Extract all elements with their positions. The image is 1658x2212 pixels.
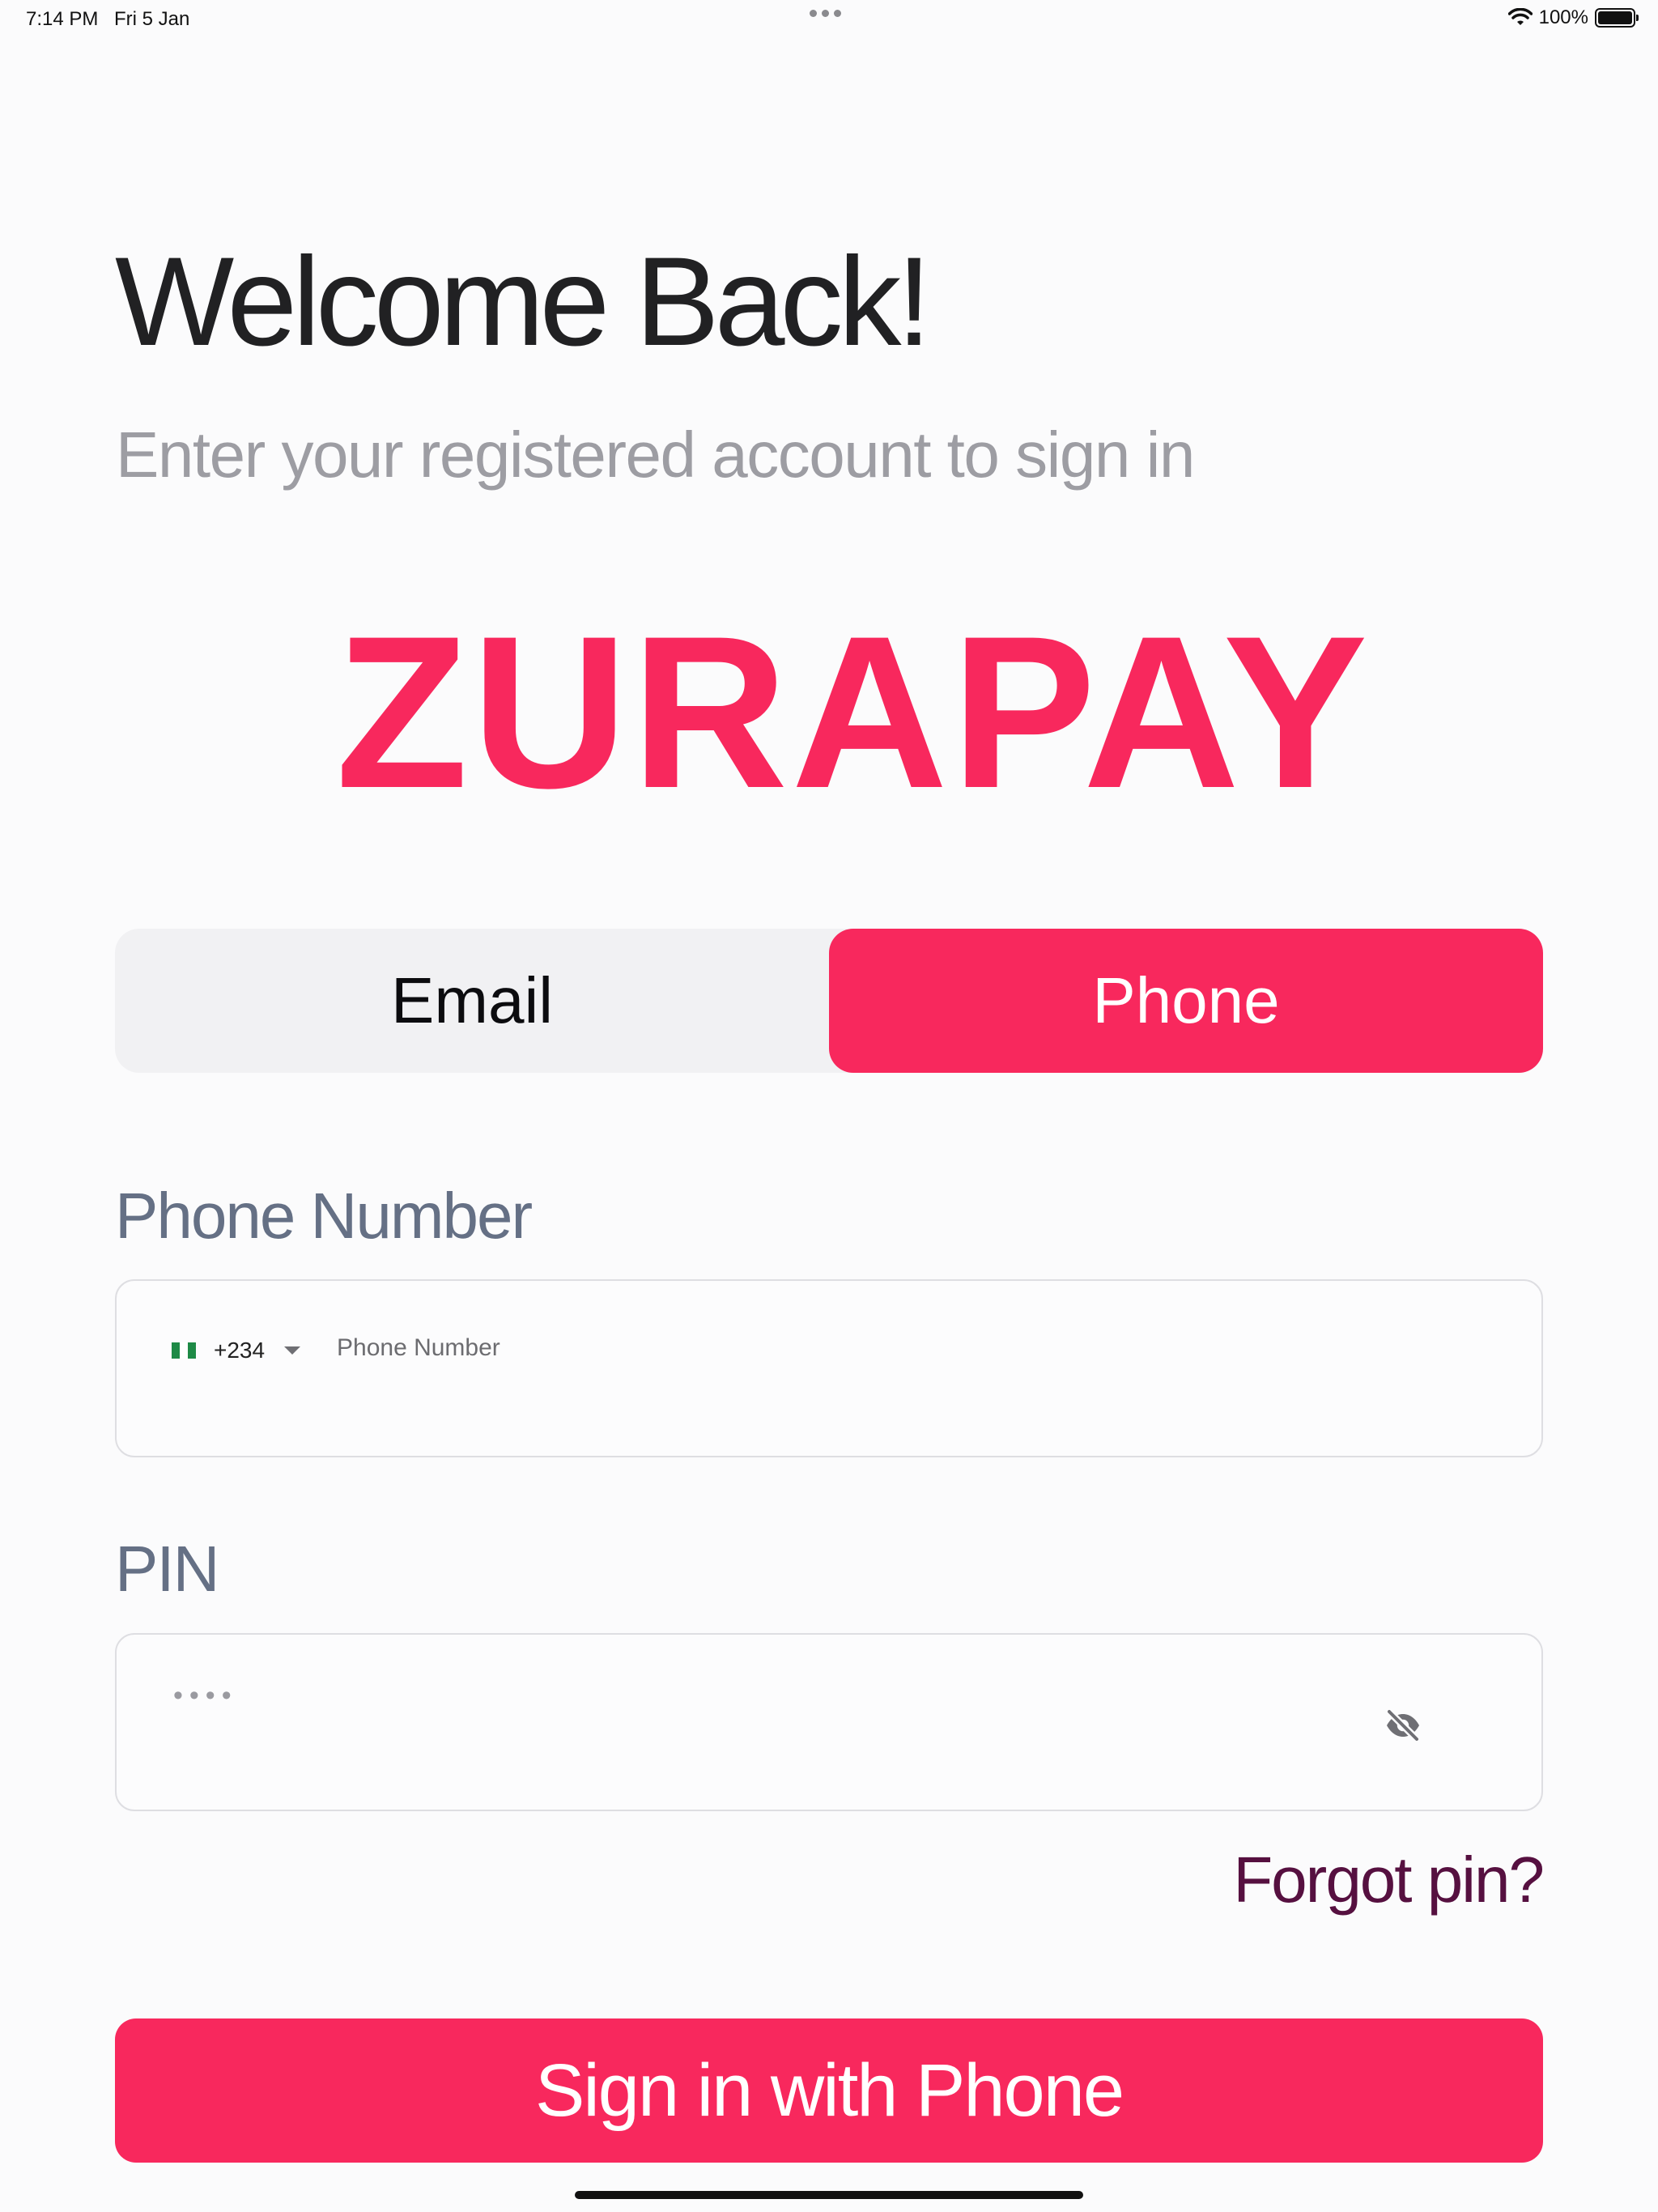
phone-number-label: Phone Number bbox=[115, 1180, 533, 1252]
chevron-down-icon bbox=[284, 1346, 301, 1355]
wifi-icon bbox=[1507, 8, 1533, 25]
tab-phone[interactable]: Phone bbox=[829, 929, 1543, 1073]
pin-label: PIN bbox=[115, 1533, 219, 1605]
login-method-toggle: Email Phone bbox=[115, 929, 1543, 1073]
battery-icon bbox=[1595, 8, 1639, 28]
phone-number-input[interactable] bbox=[335, 1323, 1391, 1373]
phone-number-field: +234 bbox=[115, 1279, 1543, 1457]
home-indicator[interactable] bbox=[575, 2191, 1083, 2199]
forgot-pin-link[interactable]: Forgot pin? bbox=[1233, 1848, 1545, 1912]
sign-in-button[interactable]: Sign in with Phone bbox=[115, 2018, 1543, 2163]
country-code: +234 bbox=[214, 1338, 266, 1363]
page-title: Welcome Back! bbox=[115, 232, 932, 372]
pin-input[interactable] bbox=[172, 1670, 1308, 1721]
country-code-selector[interactable]: +234 bbox=[172, 1338, 301, 1363]
status-date: Fri 5 Jan bbox=[114, 8, 190, 30]
eye-off-icon[interactable] bbox=[1384, 1706, 1422, 1745]
nigeria-flag-icon bbox=[172, 1342, 196, 1359]
tab-email[interactable]: Email bbox=[115, 929, 829, 1073]
status-time: 7:14 PM bbox=[26, 8, 99, 30]
page-subtitle: Enter your registered account to sign in bbox=[116, 419, 1195, 491]
status-indicators: 100% bbox=[1507, 6, 1639, 29]
battery-percentage: 100% bbox=[1538, 6, 1588, 28]
status-bar: 7:14 PM Fri 5 Jan 100% bbox=[0, 0, 1658, 40]
brand-logo: ZURAPAY bbox=[335, 590, 1371, 833]
multitasking-dots-icon[interactable] bbox=[810, 10, 841, 17]
pin-field bbox=[115, 1633, 1543, 1811]
